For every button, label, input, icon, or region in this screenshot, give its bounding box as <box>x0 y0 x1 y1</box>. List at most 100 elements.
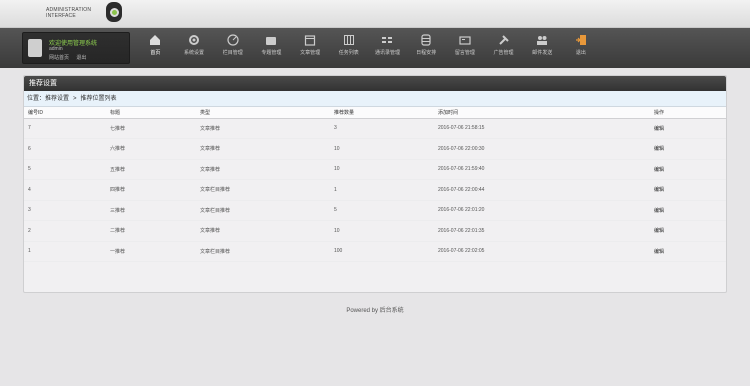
cell-title: 三推荐 <box>106 200 196 221</box>
breadcrumb-level-2: 推荐位置列表 <box>80 96 117 102</box>
nav-item-exit[interactable]: 退出 <box>562 34 601 64</box>
cell-type: 文章推荐 <box>196 159 330 180</box>
nav-item-label: 首页 <box>150 50 161 56</box>
nav-items: 首页 系统设置 栏目管理 专题管理 文章管理 任务列表 通讯录管理 日程安排 留… <box>136 34 600 64</box>
cell-title: 一推荐 <box>106 241 196 262</box>
home-icon <box>150 35 161 45</box>
cell-time: 2016-07-06 22:00:44 <box>434 179 650 201</box>
user-box: 欢迎使用管理系统 admin 网站首页 退出 <box>22 32 130 64</box>
nav-item-messages[interactable]: 留言管理 <box>446 34 485 64</box>
avatar <box>28 39 42 57</box>
cell-count: 5 <box>330 200 434 221</box>
cell-title: 四推荐 <box>106 179 196 201</box>
nav-item-tasks[interactable]: 任务列表 <box>329 34 368 64</box>
cell-id: 6 <box>24 138 106 160</box>
cell-time: 2016-07-06 22:01:20 <box>434 200 650 221</box>
users-icon <box>537 36 548 45</box>
dashboard-icon <box>227 34 239 46</box>
cell-type: 文章栏目推荐 <box>196 200 330 221</box>
cell-time: 2016-07-06 22:01:35 <box>434 220 650 242</box>
nav-item-ads[interactable]: 广告管理 <box>484 34 523 64</box>
cell-title: 二推荐 <box>106 220 196 242</box>
cell-type: 文章推荐 <box>196 118 330 139</box>
gear-icon <box>189 35 200 45</box>
cell-id: 3 <box>24 200 106 221</box>
logo-text: ADMINISTRATION INTERFACE <box>46 7 91 19</box>
folder-icon <box>266 37 277 45</box>
nav-item-label: 日程安排 <box>416 50 437 56</box>
logo-badge <box>106 2 122 22</box>
cell-time: 2016-07-06 21:58:15 <box>434 118 650 139</box>
nav-item-schedule[interactable]: 日程安排 <box>407 34 446 64</box>
table-row: 3 三推荐 文章栏目推荐 5 2016-07-06 22:01:20 编辑 <box>24 200 726 221</box>
nav-item-topics[interactable]: 专题管理 <box>252 34 291 64</box>
breadcrumb: 位置：推荐设置 > 推荐位置列表 <box>24 91 726 107</box>
main-nav: 欢迎使用管理系统 admin 网站首页 退出 首页 系统设置 栏目管理 专题管理… <box>0 28 750 68</box>
breadcrumb-level-1[interactable]: 推荐设置 <box>45 96 69 102</box>
nav-item-system-settings[interactable]: 系统设置 <box>175 34 214 64</box>
column-header-count: 推荐数量 <box>330 107 434 119</box>
nav-item-label: 留言管理 <box>454 50 475 56</box>
eye-logo-icon <box>109 7 119 17</box>
table-row: 1 一推荐 文章栏目推荐 100 2016-07-06 22:02:05 编辑 <box>24 241 726 262</box>
logo-line-2: INTERFACE <box>46 13 76 19</box>
cell-id: 2 <box>24 220 106 242</box>
grid-icon <box>343 35 354 45</box>
content-panel: 推荐设置 位置：推荐设置 > 推荐位置列表 编号ID 标题 类型 推荐数量 添加时间… <box>23 75 727 293</box>
cell-time: 2016-07-06 21:59:40 <box>434 159 650 180</box>
nav-item-contacts[interactable]: 通讯录管理 <box>368 34 407 64</box>
table-row: 6 六推荐 文章推荐 10 2016-07-06 22:00:30 编辑 <box>24 138 726 160</box>
logout-link[interactable]: 退出 <box>76 55 86 61</box>
nav-item-label: 系统设置 <box>184 50 205 56</box>
database-icon <box>421 34 431 46</box>
nav-item-label: 文章管理 <box>300 50 321 56</box>
nav-item-home[interactable]: 首页 <box>136 34 175 64</box>
table-row: 7 七推荐 文章推荐 3 2016-07-06 21:58:15 编辑 <box>24 118 726 139</box>
cell-id: 4 <box>24 179 106 201</box>
edit-link[interactable]: 编辑 <box>650 179 726 201</box>
nav-item-label: 广告管理 <box>493 50 514 56</box>
user-name: admin <box>49 46 63 52</box>
nav-item-columns[interactable]: 栏目管理 <box>213 34 252 64</box>
nav-item-label: 栏目管理 <box>222 50 243 56</box>
column-header-id: 编号ID <box>24 107 106 119</box>
cell-title: 七推荐 <box>106 118 196 139</box>
nav-item-label: 任务列表 <box>338 50 359 56</box>
edit-link[interactable]: 编辑 <box>650 220 726 242</box>
list-icon <box>382 37 393 43</box>
edit-link[interactable]: 编辑 <box>650 241 726 262</box>
breadcrumb-prefix: 位置： <box>27 96 46 102</box>
cell-type: 文章推荐 <box>196 220 330 242</box>
table-row: 5 五推荐 文章推荐 10 2016-07-06 21:59:40 编辑 <box>24 159 726 180</box>
user-links: 网站首页 退出 <box>49 54 92 61</box>
tools-icon <box>498 35 509 45</box>
cell-count: 100 <box>330 241 434 262</box>
panel-title: 推荐设置 <box>24 76 726 91</box>
nav-item-mail[interactable]: 邮件发送 <box>523 34 562 64</box>
edit-link[interactable]: 编辑 <box>650 200 726 221</box>
nav-item-articles[interactable]: 文章管理 <box>291 34 330 64</box>
cell-title: 六推荐 <box>106 138 196 160</box>
edit-link[interactable]: 编辑 <box>650 159 726 180</box>
site-home-link[interactable]: 网站首页 <box>49 55 69 61</box>
column-header-type: 类型 <box>196 107 330 119</box>
cell-count: 10 <box>330 138 434 160</box>
cell-type: 文章栏目推荐 <box>196 179 330 201</box>
cell-count: 3 <box>330 118 434 139</box>
table-row: 2 二推荐 文章推荐 10 2016-07-06 22:01:35 编辑 <box>24 220 726 242</box>
cell-id: 5 <box>24 159 106 180</box>
edit-link[interactable]: 编辑 <box>650 138 726 160</box>
nav-item-label: 邮件发送 <box>532 50 553 56</box>
exit-icon <box>575 35 586 45</box>
cell-id: 7 <box>24 118 106 139</box>
cell-title: 五推荐 <box>106 159 196 180</box>
calendar-icon <box>304 35 316 46</box>
cell-type: 文章栏目推荐 <box>196 241 330 262</box>
cell-count: 10 <box>330 220 434 242</box>
nav-item-label: 通讯录管理 <box>374 50 400 56</box>
cell-type: 文章推荐 <box>196 138 330 160</box>
cell-time: 2016-07-06 22:02:05 <box>434 241 650 262</box>
edit-link[interactable]: 编辑 <box>650 118 726 139</box>
recommend-table: 编号ID 标题 类型 推荐数量 添加时间 操作 7 七推荐 文章推荐 3 201… <box>24 107 726 262</box>
column-header-title: 标题 <box>106 107 196 119</box>
